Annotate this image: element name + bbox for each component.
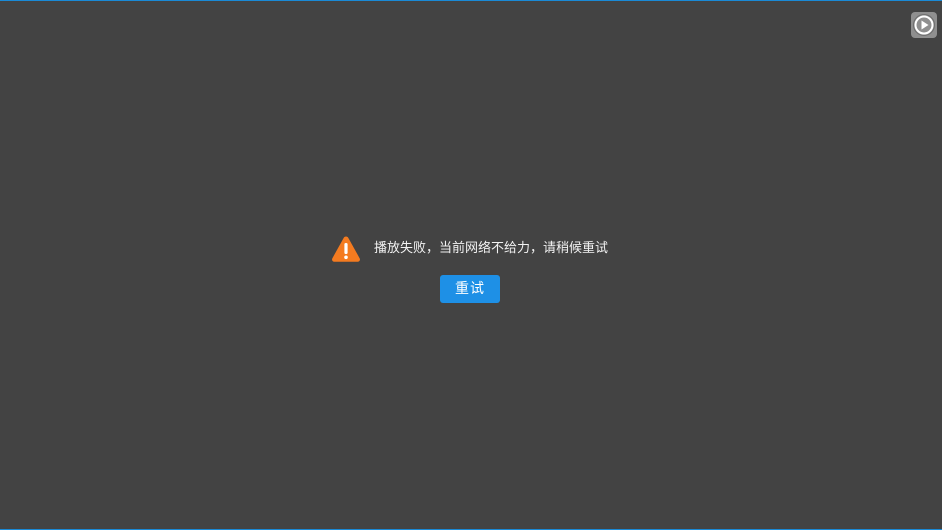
play-circle-icon	[913, 14, 935, 36]
retry-button[interactable]: 重试	[440, 275, 500, 303]
error-message-row: 播放失败，当前网络不给力，请稍候重试	[331, 235, 608, 263]
error-message: 播放失败，当前网络不给力，请稍候重试	[374, 241, 609, 256]
warning-triangle-icon	[332, 236, 360, 262]
video-player: 播放失败，当前网络不给力，请稍候重试 重试	[0, 0, 942, 530]
player-logo-button[interactable]	[911, 12, 937, 38]
